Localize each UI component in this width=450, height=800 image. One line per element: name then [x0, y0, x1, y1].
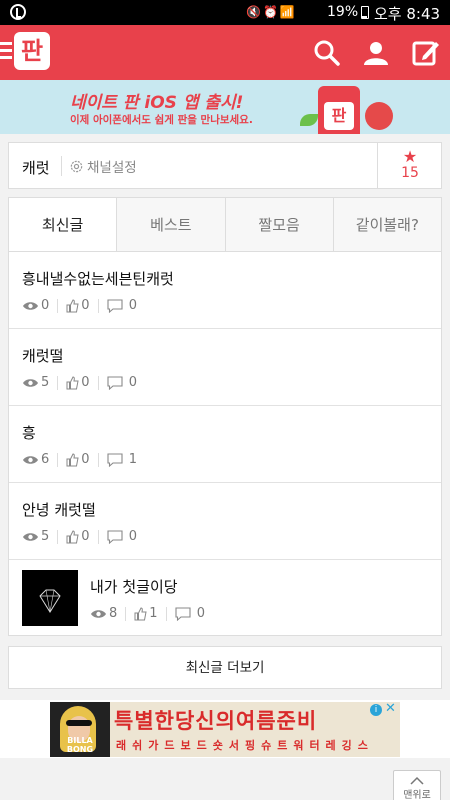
leaf-decoration	[300, 114, 318, 126]
like-count: 0	[81, 298, 90, 313]
comment-count: 0	[196, 606, 205, 621]
thumbs-up-icon	[66, 375, 79, 389]
tab-latest[interactable]: 최신글	[9, 198, 117, 251]
thumbs-up-icon	[134, 606, 147, 620]
list-item[interactable]: 내가 첫글이당 8 1 0	[9, 560, 441, 637]
eye-icon	[91, 609, 106, 618]
comment-icon	[107, 529, 123, 544]
notification-icon	[10, 4, 26, 20]
comment-icon	[107, 298, 123, 313]
app-logo[interactable]: 판	[14, 32, 50, 70]
tab-watch-together[interactable]: 같이볼래?	[332, 198, 441, 251]
tab-pics[interactable]: 짤모음	[224, 198, 333, 251]
phone-logo: 판	[324, 102, 354, 130]
like-count: 0	[81, 452, 90, 467]
like-count: 1	[149, 606, 158, 621]
phone-illustration: 판	[318, 86, 360, 134]
channel-settings-button[interactable]: 채널설정	[69, 156, 137, 176]
write-icon[interactable]	[411, 38, 441, 68]
battery-percent: 19%	[327, 4, 359, 20]
post-meta: 5 0 0	[22, 529, 137, 544]
list-item[interactable]: 캐럿떨 5 0 0	[9, 329, 441, 406]
view-count: 5	[41, 375, 50, 390]
back-to-top-button[interactable]: 맨위로	[393, 770, 441, 800]
chevron-up-icon	[410, 776, 424, 785]
view-count: 6	[41, 452, 50, 467]
channel-header: 캐럿 채널설정 ★ 15	[8, 142, 442, 189]
tab-bar: 최신글 베스트 짤모음 같이볼래?	[9, 198, 441, 252]
post-meta: 0 0 0	[22, 298, 137, 313]
app-header: 판	[0, 25, 450, 80]
eye-icon	[23, 532, 38, 541]
post-meta: 5 0 0	[22, 375, 137, 390]
like-count: 0	[81, 375, 90, 390]
ad-banner[interactable]: BILLA BONG 특별한당신의여름준비 래쉬가드보드숏서핑슈트워터레깅스 i…	[50, 702, 400, 757]
comment-count: 0	[128, 375, 137, 390]
app-promo-banner[interactable]: 네이트 판 iOS 앱 출시! 이제 아이폰에서도 쉽게 판을 만나보세요. 판	[0, 80, 450, 134]
post-title: 흥	[22, 424, 36, 442]
ad-info-icon[interactable]: i	[370, 704, 382, 716]
post-list-card: 최신글 베스트 짤모음 같이볼래? 흥내낼수없는세븐틴캐럿 0 0 0 캐럿떨 …	[8, 197, 442, 636]
user-icon[interactable]	[361, 38, 391, 68]
post-title: 캐럿떨	[22, 347, 64, 365]
eye-icon	[23, 301, 38, 310]
status-bar: 🔇⏰📶 19% 오후 8:43	[0, 0, 450, 25]
view-count: 0	[41, 298, 50, 313]
channel-settings-label: 채널설정	[87, 160, 137, 176]
ad-photo: BILLA BONG	[50, 702, 110, 757]
view-count: 5	[41, 529, 50, 544]
thumbs-up-icon	[66, 298, 79, 312]
tab-best[interactable]: 베스트	[116, 198, 225, 251]
star-count: 15	[401, 165, 419, 181]
divider	[61, 156, 62, 176]
like-count: 0	[81, 529, 90, 544]
comment-icon	[107, 375, 123, 390]
post-title: 흥내낼수없는세븐틴캐럿	[22, 270, 174, 288]
battery-icon	[361, 6, 369, 19]
channel-name: 캐럿	[22, 159, 50, 177]
eye-icon	[23, 378, 38, 387]
list-item[interactable]: 안녕 캐럿떨 5 0 0	[9, 483, 441, 560]
post-meta: 6 0 1	[22, 452, 137, 467]
search-icon[interactable]	[312, 38, 342, 68]
ad-subtitle: 래쉬가드보드숏서핑슈트워터레깅스	[116, 739, 374, 752]
status-icons: 🔇⏰📶	[246, 5, 297, 19]
comment-count: 1	[128, 452, 137, 467]
comment-count: 0	[128, 298, 137, 313]
banner-subtitle: 이제 아이폰에서도 쉽게 판을 만나보세요.	[70, 114, 253, 126]
comment-count: 0	[128, 529, 137, 544]
post-title: 내가 첫글이당	[90, 578, 178, 596]
back-to-top-label: 맨위로	[403, 790, 431, 800]
post-title: 안녕 캐럿떨	[22, 501, 96, 519]
view-count: 8	[109, 606, 118, 621]
status-time: 오후 8:43	[374, 5, 441, 23]
post-meta: 8 1 0	[90, 606, 205, 621]
gear-icon	[70, 160, 83, 172]
comment-icon	[175, 606, 191, 621]
list-item[interactable]: 흥 6 0 1	[9, 406, 441, 483]
comment-icon	[107, 452, 123, 467]
ad-brand: BILLA BONG	[66, 736, 94, 754]
thumbs-up-icon	[66, 452, 79, 466]
star-icon: ★	[402, 147, 418, 166]
ad-close-icon[interactable]: ✕	[385, 702, 396, 716]
banner-title: 네이트 판 iOS 앱 출시!	[70, 93, 244, 113]
load-more-button[interactable]: 최신글 더보기	[8, 646, 442, 689]
post-thumbnail	[22, 570, 78, 626]
menu-icon[interactable]	[0, 42, 12, 62]
thumbs-up-icon	[66, 529, 79, 543]
list-item[interactable]: 흥내낼수없는세븐틴캐럿 0 0 0	[9, 252, 441, 329]
eye-icon	[23, 455, 38, 464]
ad-title: 특별한당신의여름준비	[114, 709, 318, 733]
channel-star-button[interactable]: ★ 15	[377, 143, 442, 188]
apple-icon	[365, 102, 393, 130]
